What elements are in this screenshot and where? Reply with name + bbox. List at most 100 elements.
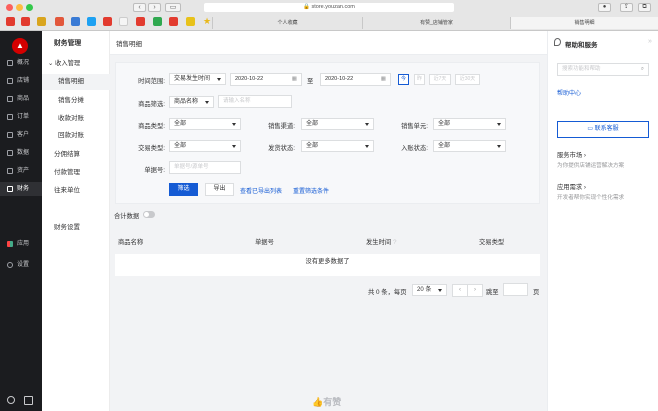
secondary-sidebar: 财务管理 ⌄ 收入管理 销售明细 销售分摊 收款对账 回款对账 分佣结算 付款管… bbox=[42, 31, 110, 411]
quick-today-button[interactable]: 今 bbox=[398, 74, 409, 85]
view-exported-link[interactable]: 查看已导出列表 bbox=[240, 186, 282, 195]
address-text: store.youzan.com bbox=[311, 4, 355, 10]
goods-name-input[interactable]: 请输入名称 bbox=[218, 95, 292, 108]
bookmark-favicon[interactable] bbox=[103, 17, 112, 26]
help-center-link[interactable]: 帮助中心 bbox=[557, 88, 581, 97]
nav-apps[interactable]: 应用 bbox=[0, 237, 42, 251]
filter-button[interactable]: 筛选 bbox=[169, 183, 198, 196]
chat-icon: ▭ bbox=[587, 126, 595, 132]
prev-page-button[interactable]: ‹ bbox=[452, 284, 468, 297]
subnav-item-commission[interactable]: 分佣结算 bbox=[42, 147, 110, 163]
expand-icon[interactable] bbox=[24, 396, 33, 405]
quick-yesterday-button[interactable]: 昨 bbox=[414, 74, 425, 85]
bookmark-favicon[interactable] bbox=[37, 17, 46, 26]
tab-favorites[interactable]: 个人收藏 bbox=[212, 17, 362, 29]
download-icon[interactable]: ● bbox=[598, 3, 611, 12]
address-bar[interactable]: 🔒 store.youzan.com bbox=[204, 3, 454, 12]
page-header: 销售明细 bbox=[110, 31, 547, 55]
export-button[interactable]: 导出 bbox=[205, 183, 234, 196]
nav-settings[interactable]: 设置 bbox=[0, 258, 42, 272]
sidebar-toggle-icon[interactable]: ▭ bbox=[165, 3, 181, 12]
jump-label: 跳至 bbox=[486, 289, 499, 296]
bookmark-favicon[interactable] bbox=[21, 17, 30, 26]
total-data-toggle[interactable] bbox=[143, 211, 155, 218]
doc-number-input[interactable]: 单据号/源单号 bbox=[169, 161, 241, 174]
end-date-input[interactable]: 2020-10-22 ▦ bbox=[320, 73, 391, 86]
share-icon[interactable]: ⇪ bbox=[620, 3, 633, 12]
caret-down-icon bbox=[497, 123, 501, 126]
bookmark-favicon[interactable] bbox=[136, 17, 145, 26]
app-request-link[interactable]: 应用需求 › bbox=[557, 182, 586, 191]
table-header: 商品名称 单据号 发生时间 ? 交易类型 bbox=[115, 226, 540, 254]
star-icon[interactable]: ★ bbox=[203, 17, 212, 26]
bookmark-favicon[interactable] bbox=[169, 17, 178, 26]
tab-youzan[interactable]: 有赞_店铺管家 bbox=[362, 17, 510, 29]
reset-filter-link[interactable]: 重置筛选条件 bbox=[293, 186, 329, 195]
nav-orders[interactable]: 订单 bbox=[0, 110, 42, 124]
bookmark-favicon[interactable] bbox=[55, 17, 64, 26]
bookmark-favicon[interactable] bbox=[153, 17, 162, 26]
collapse-panel-icon[interactable]: » bbox=[648, 38, 652, 45]
account-status-label: 入账状态: bbox=[401, 145, 428, 152]
channel-select[interactable]: 全部 bbox=[301, 118, 374, 130]
nav-overview[interactable]: 概况 bbox=[0, 56, 42, 70]
bookmark-favicon[interactable] bbox=[186, 17, 195, 26]
tab-sales-detail[interactable]: 销售明细 bbox=[510, 17, 658, 29]
nav-goods[interactable]: 商品 bbox=[0, 92, 42, 106]
nav-store[interactable]: 店铺 bbox=[0, 74, 42, 88]
goods-kind-select[interactable]: 全部 bbox=[169, 118, 241, 130]
quick-7days-button[interactable]: 近7天 bbox=[429, 74, 451, 85]
subnav-item-sales-allocation[interactable]: 销售分摊 bbox=[42, 93, 110, 109]
bookmark-favicon[interactable] bbox=[119, 17, 128, 26]
help-circle-icon[interactable]: ? bbox=[393, 239, 397, 246]
nav-assets[interactable]: 资产 bbox=[0, 164, 42, 178]
back-button[interactable]: ‹ bbox=[133, 3, 146, 12]
store-icon bbox=[7, 78, 13, 84]
bookmark-favicon[interactable] bbox=[71, 17, 80, 26]
subnav-item-finance-settings[interactable]: 财务设置 bbox=[42, 220, 110, 236]
bookmark-favicon[interactable] bbox=[87, 17, 96, 26]
maximize-window-button[interactable] bbox=[26, 4, 33, 11]
subnav-item-receipt-reconcile[interactable]: 收款对账 bbox=[42, 111, 110, 127]
ship-status-select[interactable]: 全部 bbox=[301, 140, 374, 152]
subnav-item-return-reconcile[interactable]: 回款对账 bbox=[42, 128, 110, 144]
subnav-group-income[interactable]: ⌄ 收入管理 bbox=[48, 58, 80, 67]
page-size-select[interactable]: 20 条 bbox=[412, 284, 447, 296]
account-status-select[interactable]: 全部 bbox=[433, 140, 506, 152]
nav-label: 资产 bbox=[17, 168, 30, 174]
subnav-item-partners[interactable]: 往来单位 bbox=[42, 183, 110, 199]
next-page-button[interactable]: › bbox=[467, 284, 483, 297]
minimize-window-button[interactable] bbox=[16, 4, 23, 11]
service-market-link[interactable]: 服务市场 › bbox=[557, 150, 586, 159]
jump-page-input[interactable] bbox=[503, 283, 528, 296]
contact-support-button[interactable]: ▭ 联系客服 bbox=[557, 121, 649, 138]
subnav-item-sales-detail[interactable]: 销售明细 bbox=[42, 74, 110, 90]
goods-type-select[interactable]: 商品名称 bbox=[169, 96, 214, 108]
forward-button[interactable]: › bbox=[148, 3, 161, 12]
nav-label: 应用 bbox=[17, 241, 30, 247]
trade-type-label: 交易类型: bbox=[138, 145, 165, 152]
help-search-input[interactable]: 搜索功能和帮助 ⌕ bbox=[557, 63, 649, 76]
bookmark-favicon[interactable] bbox=[6, 17, 15, 26]
search-icon[interactable] bbox=[7, 396, 15, 404]
start-date-input[interactable]: 2020-10-22 ▦ bbox=[230, 73, 302, 86]
tabs-overview-icon[interactable]: ⧉ bbox=[638, 3, 651, 12]
time-type-select[interactable]: 交易发生时间 bbox=[169, 73, 226, 85]
calendar-icon: ▦ bbox=[291, 76, 297, 82]
nav-customers[interactable]: 客户 bbox=[0, 128, 42, 142]
subnav-item-payment[interactable]: 付款管理 bbox=[42, 165, 110, 181]
sales-unit-select[interactable]: 全部 bbox=[433, 118, 506, 130]
caret-down-icon bbox=[232, 145, 236, 148]
nav-label: 概况 bbox=[17, 60, 30, 66]
date-separator: 至 bbox=[307, 78, 314, 85]
close-window-button[interactable] bbox=[6, 4, 13, 11]
select-value: 全部 bbox=[306, 143, 319, 149]
nav-finance[interactable]: 财务 bbox=[0, 182, 42, 196]
nav-data[interactable]: 数据 bbox=[0, 146, 42, 160]
trade-type-select[interactable]: 全部 bbox=[169, 140, 241, 152]
tab-label: 销售明细 bbox=[574, 20, 595, 26]
service-market-desc: 为你提供店铺运营解决方案 bbox=[557, 163, 625, 169]
doc-number-label: 单据号: bbox=[144, 167, 165, 174]
quick-30days-button[interactable]: 近30天 bbox=[455, 74, 480, 85]
toggle-knob bbox=[144, 212, 149, 217]
